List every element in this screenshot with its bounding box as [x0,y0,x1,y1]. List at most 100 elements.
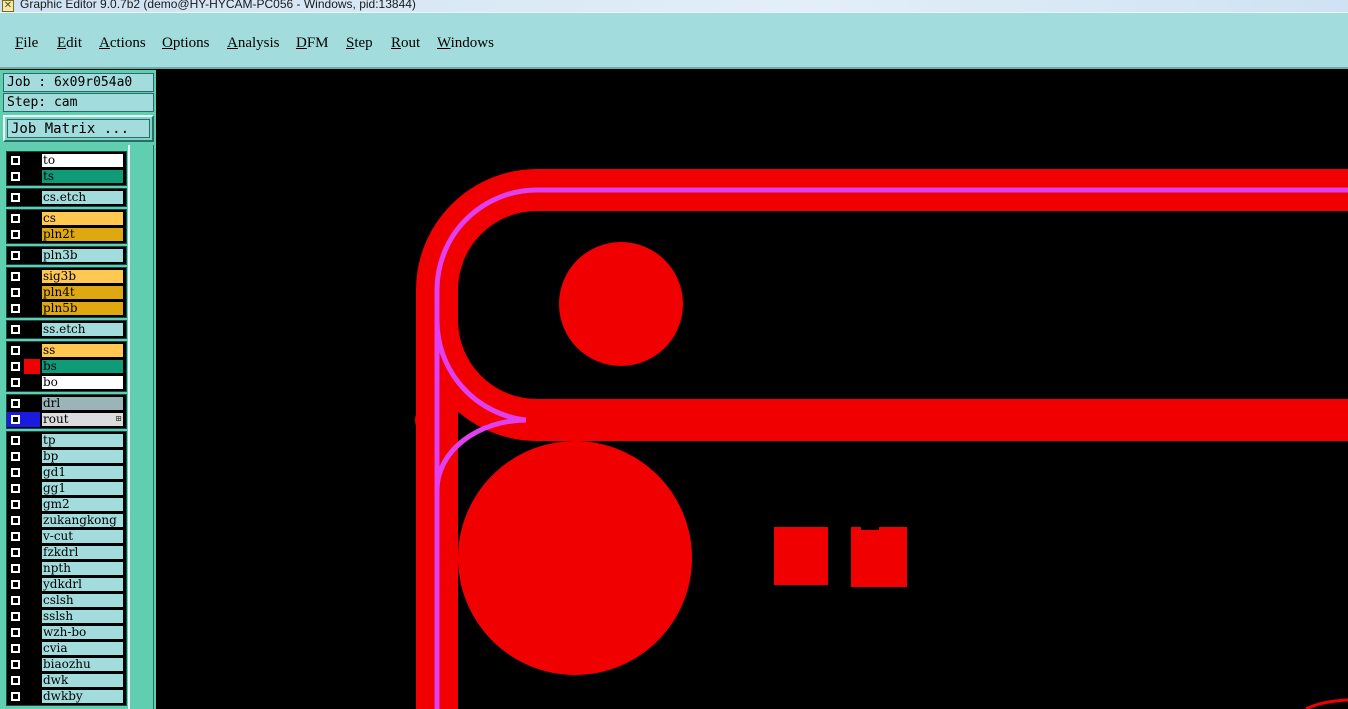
layer-name[interactable]: bs [41,359,124,374]
layer-row-drl[interactable]: drl [7,396,125,411]
layer-checkbox[interactable] [11,346,20,355]
layer-name[interactable]: dwkby [41,689,124,704]
layer-color-swatch[interactable] [24,375,40,390]
layer-row-pln4t[interactable]: pln4t [7,285,125,300]
layer-row-bo[interactable]: bo [7,375,125,390]
layer-color-swatch[interactable] [24,190,40,205]
layer-name[interactable]: pln2t [41,227,124,242]
layer-color-swatch[interactable] [24,465,40,480]
job-matrix-button[interactable]: Job Matrix ... [3,115,154,142]
layer-color-swatch[interactable] [24,561,40,576]
layer-checkbox[interactable] [11,378,20,387]
layer-checkbox[interactable] [11,251,20,260]
layer-name[interactable]: ts [41,169,124,184]
layer-name[interactable]: cvia [41,641,124,656]
layer-color-swatch[interactable] [24,322,40,337]
layer-checkbox[interactable] [11,676,20,685]
layer-checkbox[interactable] [11,436,20,445]
layer-checkbox[interactable] [11,516,20,525]
layer-name[interactable]: gg1 [41,481,124,496]
layer-checkbox[interactable] [11,548,20,557]
layer-color-swatch[interactable] [24,433,40,448]
layer-name[interactable]: dwk [41,673,124,688]
graphic-canvas[interactable] [156,70,1348,709]
layer-checkbox[interactable] [11,628,20,637]
layer-row-ss.etch[interactable]: ss.etch [7,322,125,337]
layer-row-cslsh[interactable]: cslsh [7,593,125,608]
layer-name[interactable]: pln4t [41,285,124,300]
layer-name[interactable]: to [41,153,124,168]
layer-row-wzh-bo[interactable]: wzh-bo [7,625,125,640]
layer-row-ydkdrl[interactable]: ydkdrl [7,577,125,592]
layer-color-swatch[interactable] [24,481,40,496]
layer-row-dwk[interactable]: dwk [7,673,125,688]
layer-name[interactable]: biaozhu [41,657,124,672]
layer-color-swatch[interactable] [24,529,40,544]
layer-checkbox[interactable] [11,692,20,701]
layer-checkbox[interactable] [11,156,20,165]
layer-color-swatch[interactable] [24,269,40,284]
layer-color-swatch[interactable] [24,641,40,656]
layer-scrollbar[interactable] [128,145,154,709]
layer-name[interactable]: cs [41,211,124,226]
layer-color-swatch[interactable] [24,211,40,226]
layer-row-tp[interactable]: tp [7,433,125,448]
layer-checkbox[interactable] [11,644,20,653]
layer-color-swatch[interactable] [24,285,40,300]
layer-checkbox[interactable] [11,452,20,461]
layer-checkbox[interactable] [11,325,20,334]
menu-step[interactable]: Step [346,35,373,52]
layer-checkbox[interactable] [11,230,20,239]
layer-row-pln2t[interactable]: pln2t [7,227,125,242]
layer-row-cs[interactable]: cs [7,211,125,226]
layer-name[interactable]: gd1 [41,465,124,480]
layer-name[interactable]: gm2 [41,497,124,512]
layer-checkbox[interactable] [11,288,20,297]
layer-row-npth[interactable]: npth [7,561,125,576]
layer-checkbox[interactable] [11,660,20,669]
layer-name[interactable]: rout ⊞ [41,412,124,427]
layer-name[interactable]: cslsh [41,593,124,608]
layer-name[interactable]: cs.etch [41,190,124,205]
layer-row-gd1[interactable]: gd1 [7,465,125,480]
menu-rout[interactable]: Rout [391,35,420,52]
layer-name[interactable]: zukangkong [41,513,124,528]
layer-checkbox[interactable] [11,612,20,621]
layer-name[interactable]: pln5b [41,301,124,316]
layer-row-rout[interactable]: rout ⊞ [7,412,125,427]
layer-checkbox[interactable] [11,172,20,181]
layer-checkbox[interactable] [11,304,20,313]
layer-row-ss[interactable]: ss [7,343,125,358]
layer-row-to[interactable]: to [7,153,125,168]
layer-color-swatch[interactable] [24,593,40,608]
layer-color-swatch[interactable] [24,449,40,464]
layer-checkbox[interactable] [11,564,20,573]
layer-color-swatch[interactable] [24,689,40,704]
layer-checkbox[interactable] [11,415,20,424]
layer-color-swatch[interactable] [24,412,40,427]
layer-row-bp[interactable]: bp [7,449,125,464]
layer-color-swatch[interactable] [24,673,40,688]
layer-color-swatch[interactable] [24,153,40,168]
layer-color-swatch[interactable] [24,343,40,358]
layer-name[interactable]: v-cut [41,529,124,544]
layer-color-swatch[interactable] [24,227,40,242]
layer-row-gg1[interactable]: gg1 [7,481,125,496]
layer-color-swatch[interactable] [24,577,40,592]
layer-row-cvia[interactable]: cvia [7,641,125,656]
layer-name[interactable]: sig3b [41,269,124,284]
layer-color-swatch[interactable] [24,609,40,624]
layer-name[interactable]: drl [41,396,124,411]
layer-color-swatch[interactable] [24,359,40,374]
menu-options[interactable]: Options [162,35,210,52]
layer-name[interactable]: sslsh [41,609,124,624]
layer-color-swatch[interactable] [24,625,40,640]
layer-name[interactable]: ss.etch [41,322,124,337]
menu-edit[interactable]: Edit [57,35,82,52]
layer-row-sig3b[interactable]: sig3b [7,269,125,284]
layer-color-swatch[interactable] [24,169,40,184]
layer-name[interactable]: pln3b [41,248,124,263]
layer-checkbox[interactable] [11,362,20,371]
layer-name[interactable]: ydkdrl [41,577,124,592]
app-icon[interactable]: ✕ [2,0,14,12]
